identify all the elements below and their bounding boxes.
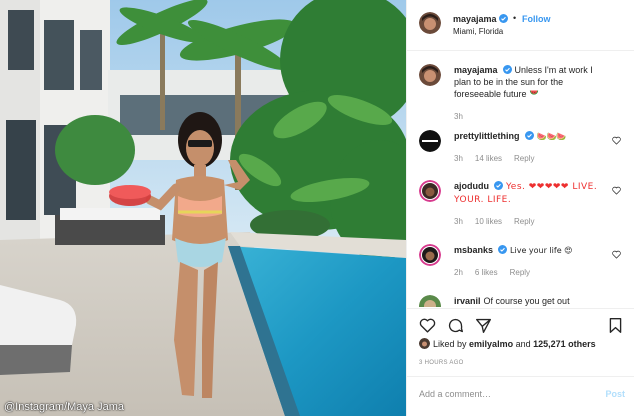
comment-time[interactable]: 3h bbox=[454, 217, 463, 226]
follow-button[interactable]: Follow bbox=[522, 14, 551, 24]
post-location[interactable]: Miami, Florida bbox=[453, 27, 503, 36]
comment-item: irvanil Of course you get out bbox=[407, 295, 634, 307]
comment-username[interactable]: ajodudu bbox=[454, 181, 489, 191]
caption-time[interactable]: 3h bbox=[454, 112, 463, 121]
verified-badge-icon bbox=[494, 181, 503, 190]
author-username-wrap[interactable]: mayajama bbox=[453, 14, 508, 24]
comment-meta: 2h 6 likes Reply bbox=[454, 268, 542, 277]
verified-badge-icon bbox=[498, 14, 508, 23]
comment-likes[interactable]: 10 likes bbox=[475, 217, 502, 226]
comment-likes[interactable]: 6 likes bbox=[475, 268, 498, 277]
comment-body: irvanil Of course you get out bbox=[454, 295, 604, 307]
caption-avatar[interactable] bbox=[419, 64, 441, 86]
comment-avatar[interactable] bbox=[419, 130, 441, 152]
comment-avatar[interactable] bbox=[419, 180, 441, 202]
comment-username[interactable]: prettylittlething bbox=[454, 131, 520, 141]
liked-by-count[interactable]: 125,271 others bbox=[533, 339, 596, 349]
comment-bubble-icon[interactable] bbox=[447, 317, 464, 334]
liked-by-user[interactable]: emilyalmo bbox=[469, 339, 513, 349]
comment-username[interactable]: irvanil bbox=[454, 296, 481, 306]
likes-summary: Liked by emilyalmo and 125,271 others bbox=[419, 338, 596, 349]
post-header: mayajama • Follow Miami, Florida bbox=[407, 0, 634, 51]
liked-by-prefix: Liked by bbox=[433, 339, 467, 349]
caption: mayajama Unless I'm at work I plan to be … bbox=[407, 64, 634, 124]
comment-time[interactable]: 3h bbox=[454, 154, 463, 163]
comment-likes[interactable]: 14 likes bbox=[475, 154, 502, 163]
reply-button[interactable]: Reply bbox=[514, 217, 534, 226]
liker-avatar[interactable] bbox=[419, 338, 430, 349]
comment-body: msbanks Live your life 😍 bbox=[454, 244, 604, 257]
post-panel: mayajama • Follow Miami, Florida mayajam… bbox=[406, 0, 634, 416]
like-heart-icon[interactable] bbox=[419, 317, 436, 334]
comments-list[interactable]: mayajama Unless I'm at work I plan to be … bbox=[407, 52, 634, 307]
liked-by-joiner: and bbox=[515, 339, 531, 349]
photo-credit: @Instagram/Maya Jama bbox=[4, 401, 124, 413]
comment-item: ajodudu Yes. ❤❤❤❤❤ LIVE. YOUR. LIFE. 3h 10… bbox=[407, 180, 634, 232]
verified-badge-icon bbox=[502, 65, 512, 74]
watermelon-icon bbox=[529, 90, 539, 95]
reply-button[interactable]: Reply bbox=[510, 268, 530, 277]
comment-item: prettylittlething 🍉🍉🍉 3h 14 likes Reply bbox=[407, 130, 634, 170]
post-comment-button[interactable]: Post bbox=[605, 389, 625, 399]
comment-body: ajodudu Yes. ❤❤❤❤❤ LIVE. YOUR. LIFE. bbox=[454, 180, 604, 206]
comment-avatar[interactable] bbox=[419, 295, 441, 307]
author-avatar[interactable] bbox=[419, 12, 441, 34]
comment-time[interactable]: 2h bbox=[454, 268, 463, 277]
caption-body: mayajama Unless I'm at work I plan to be … bbox=[454, 64, 604, 100]
like-comment-icon[interactable] bbox=[612, 250, 621, 259]
post-timestamp[interactable]: 3 HOURS AGO bbox=[419, 360, 464, 366]
like-comment-icon[interactable] bbox=[612, 186, 621, 195]
comment-text: 🍉🍉🍉 bbox=[536, 132, 567, 141]
comment-username[interactable]: msbanks bbox=[454, 245, 493, 255]
action-bar bbox=[407, 308, 634, 338]
like-comment-icon[interactable] bbox=[612, 136, 621, 145]
add-comment-bar: Add a comment… Post bbox=[407, 376, 634, 416]
comment-text: Of course you get out bbox=[483, 296, 570, 306]
reply-button[interactable]: Reply bbox=[514, 154, 534, 163]
bookmark-icon[interactable] bbox=[607, 317, 624, 334]
comment-meta: 3h 10 likes Reply bbox=[454, 217, 546, 226]
verified-badge-icon bbox=[524, 131, 534, 140]
comment-item: msbanks Live your life 😍 2h 6 likes Reply bbox=[407, 244, 634, 284]
verified-badge-icon bbox=[498, 245, 508, 254]
caption-meta: 3h bbox=[454, 112, 475, 121]
post-photo[interactable]: @Instagram/Maya Jama bbox=[0, 0, 406, 416]
share-send-icon[interactable] bbox=[475, 317, 492, 334]
comment-text: Live your life 😍 bbox=[510, 246, 573, 255]
comment-body: prettylittlething 🍉🍉🍉 bbox=[454, 130, 604, 143]
author-username[interactable]: mayajama bbox=[453, 14, 497, 24]
post-image bbox=[0, 0, 406, 416]
header-separator: • bbox=[513, 13, 517, 23]
comment-avatar[interactable] bbox=[419, 244, 441, 266]
add-comment-input[interactable]: Add a comment… bbox=[419, 389, 491, 399]
comment-meta: 3h 14 likes Reply bbox=[454, 154, 546, 163]
caption-username[interactable]: mayajama bbox=[454, 65, 498, 75]
